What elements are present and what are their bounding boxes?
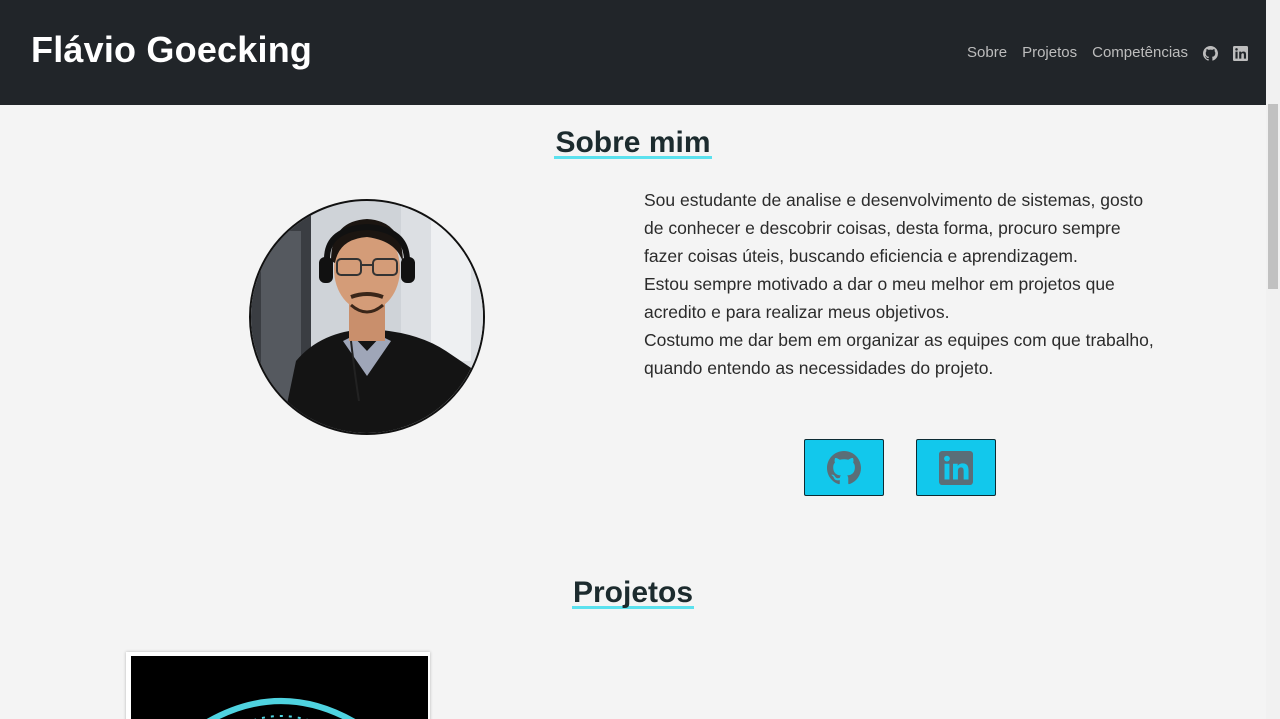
navbar: Flávio Goecking Sobre Projetos Competênc… (0, 0, 1266, 105)
project-card[interactable] (126, 652, 430, 719)
about-section-title: Sobre mim (0, 125, 1266, 161)
github-icon (827, 450, 861, 484)
project-thumbnail-art (131, 656, 428, 719)
projects-section-title: Projetos (0, 575, 1266, 611)
about-title-text: Sobre mim (554, 126, 712, 159)
page: Flávio Goecking Sobre Projetos Competênc… (0, 0, 1280, 719)
linkedin-button[interactable] (916, 439, 996, 496)
profile-photo-illustration (251, 201, 483, 433)
github-icon-svg (1203, 45, 1218, 61)
nav-link-competencias[interactable]: Competências (1092, 43, 1188, 63)
scrollbar-thumb[interactable] (1268, 104, 1278, 289)
about-paragraph-3: Costumo me dar bem em organizar as equip… (644, 330, 1154, 378)
profile-photo (249, 199, 485, 435)
vertical-scrollbar[interactable] (1266, 0, 1280, 719)
about-paragraph-2: Estou sempre motivado a dar o meu melhor… (644, 274, 1115, 322)
about-paragraph-1: Sou estudante de analise e desenvolvimen… (644, 190, 1144, 266)
linkedin-icon[interactable] (1233, 45, 1248, 61)
linkedin-icon (939, 450, 973, 485)
nav-links: Sobre Projetos Competências (952, 43, 1248, 63)
github-icon[interactable] (1203, 45, 1218, 61)
about-description: Sou estudante de analise e desenvolvimen… (644, 186, 1164, 382)
nav-link-sobre[interactable]: Sobre (967, 43, 1007, 63)
nav-link-projetos[interactable]: Projetos (1022, 43, 1077, 63)
project-thumbnail (131, 656, 428, 719)
github-button[interactable] (804, 439, 884, 496)
brand-title[interactable]: Flávio Goecking (31, 28, 312, 72)
projects-title-text: Projetos (571, 576, 695, 609)
linkedin-icon-svg (1233, 45, 1248, 61)
